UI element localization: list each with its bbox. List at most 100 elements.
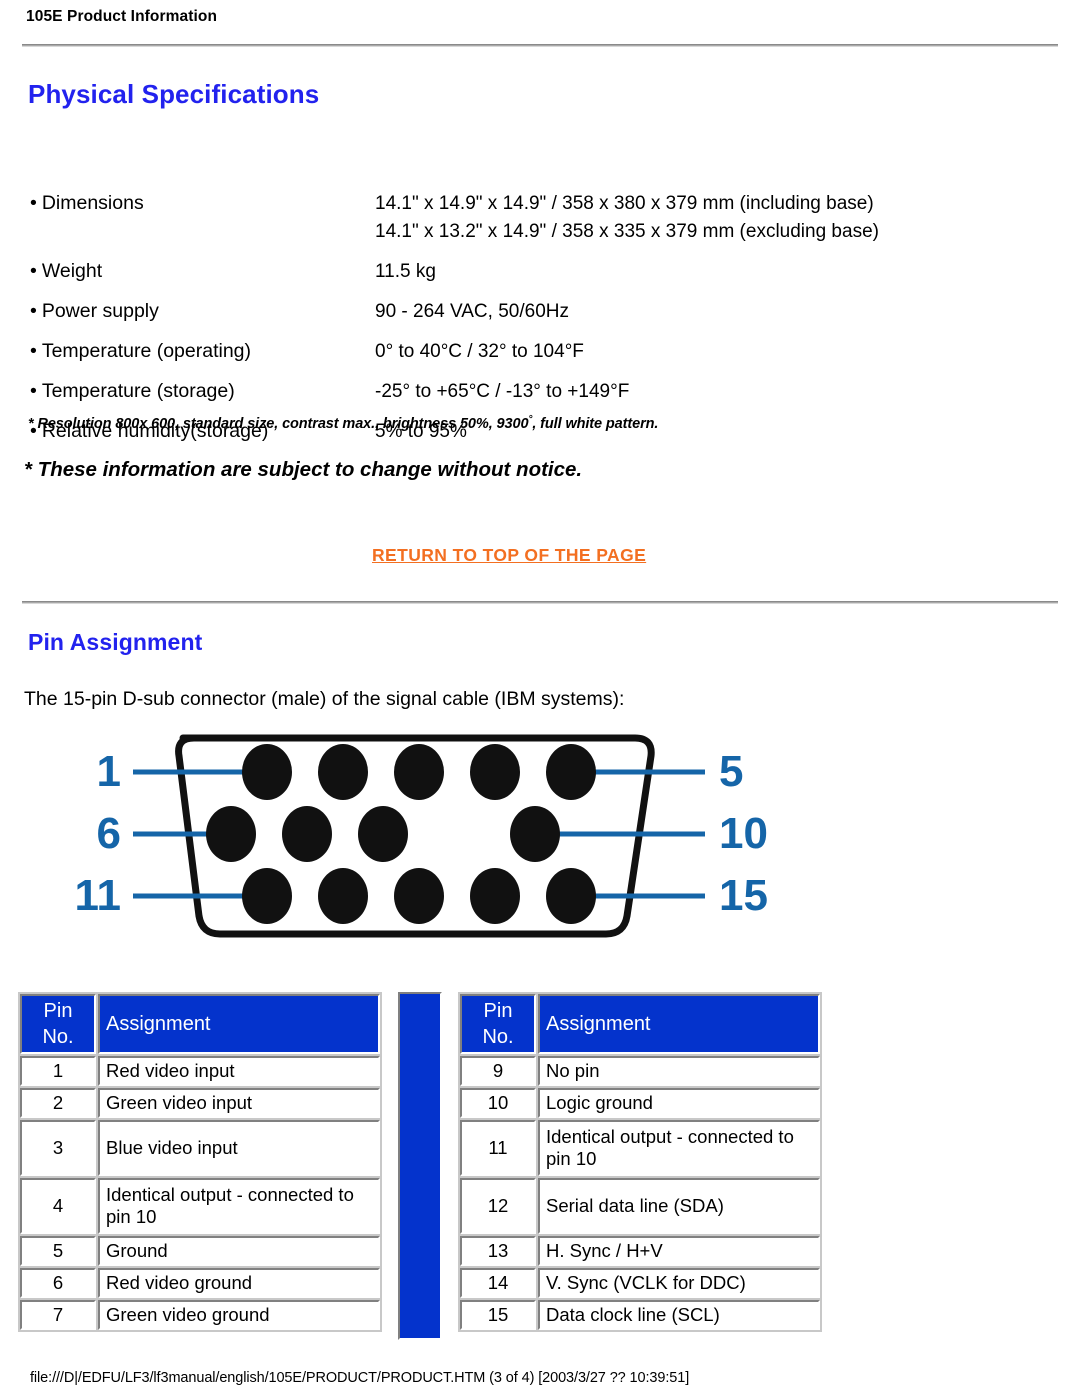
document-header-title: 105E Product Information [26,8,218,25]
horizontal-rule-middle [22,601,1058,604]
connector-label-11: 11 [75,871,121,920]
pin-table-right: Pin No. Assignment 9 No pin 10 Logic gro… [458,992,822,1332]
table-row: 4 Identical output - connected to pin 10 [20,1178,380,1234]
spec-label: • Dimensions [30,192,144,214]
cell-pin-no: 15 [460,1300,536,1330]
cell-pin-no: 6 [20,1268,96,1298]
page-title-pin-assignment: Pin Assignment [28,629,203,655]
pin-table-left: Pin No. Assignment 1 Red video input 2 G… [18,992,382,1332]
resolution-footnote-text: * Resolution 800x 600, standard size, co… [28,415,529,432]
spec-row: • Temperature (operating) 0° to 40°C / 32… [30,338,990,366]
spec-value: 14.1" x 14.9" x 14.9" / 358 x 380 x 379 … [375,190,879,246]
cell-assignment: Blue video input [98,1120,380,1176]
cell-assignment: Identical output - connected to pin 10 [98,1178,380,1234]
table-row: 13 H. Sync / H+V [460,1236,820,1266]
page-title-physical-specifications: Physical Specifications [28,79,320,109]
bullet-icon: • [30,192,37,214]
spec-row: • Temperature (storage) -25° to +65°C / -… [30,378,990,406]
spec-value: 0° to 40°C / 32° to 104°F [375,338,584,366]
dsub-connector-diagram: 1 6 11 5 10 15 [75,726,795,971]
column-header-pin-no: Pin No. [20,994,96,1054]
spec-value: -25° to +65°C / -13° to +149°F [375,378,629,406]
pin-assignment-tables: Pin No. Assignment 1 Red video input 2 G… [18,992,828,1342]
cell-pin-no: 10 [460,1088,536,1118]
spec-row: • Power supply 90 - 264 VAC, 50/60Hz [30,298,990,326]
document-page: 105E Product Information Physical Specif… [0,0,1080,1397]
resolution-footnote: * Resolution 800x 600, standard size, co… [28,414,658,432]
cell-pin-no: 4 [20,1178,96,1234]
column-header-assignment: Assignment [98,994,380,1054]
change-notice-footnote: * These information are subject to chang… [24,458,583,481]
cell-pin-no: 14 [460,1268,536,1298]
cell-assignment: V. Sync (VCLK for DDC) [538,1268,820,1298]
table-row: 7 Green video ground [20,1300,380,1330]
column-header-pin-no-line1: Pin [483,1000,513,1022]
cell-assignment: Green video input [98,1088,380,1118]
cell-pin-no: 9 [460,1056,536,1086]
table-row: 1 Red video input [20,1056,380,1086]
table-row: 6 Red video ground [20,1268,380,1298]
cell-pin-no: 5 [20,1236,96,1266]
column-header-pin-no-line2: No. [42,1026,74,1048]
table-header-row: Pin No. Assignment [20,994,380,1054]
bullet-icon: • [30,380,37,402]
connector-label-15: 15 [719,871,768,920]
column-header-assignment: Assignment [538,994,820,1054]
cell-pin-no: 12 [460,1178,536,1234]
table-row: 12 Serial data line (SDA) [460,1178,820,1234]
cell-pin-no: 2 [20,1088,96,1118]
table-row: 2 Green video input [20,1088,380,1118]
spec-label: • Temperature (storage) [30,380,235,402]
cell-pin-no: 11 [460,1120,536,1176]
resolution-footnote-text-end: , full white pattern. [532,415,659,432]
cell-pin-no: 3 [20,1120,96,1176]
spec-label: • Power supply [30,300,159,322]
table-row: 15 Data clock line (SCL) [460,1300,820,1330]
connector-label-10: 10 [719,809,768,858]
horizontal-rule-top [22,44,1058,47]
spec-value-line: 0° to 40°C / 32° to 104°F [375,341,584,362]
bullet-icon: • [30,340,37,362]
spec-row: • Weight 11.5 kg [30,258,990,286]
spec-value: 90 - 264 VAC, 50/60Hz [375,298,569,326]
cell-assignment: H. Sync / H+V [538,1236,820,1266]
table-row: 9 No pin [460,1056,820,1086]
pin-assignment-intro-text: The 15-pin D-sub connector (male) of the… [24,688,625,710]
table-row: 3 Blue video input [20,1120,380,1176]
bullet-icon: • [30,260,37,282]
cell-assignment: Ground [98,1236,380,1266]
cell-assignment: Serial data line (SDA) [538,1178,820,1234]
return-to-top-link[interactable]: RETURN TO TOP OF THE PAGE [372,545,646,566]
spec-row: • Dimensions 14.1" x 14.9" x 14.9" / 358 … [30,190,990,246]
spec-value-line: 90 - 264 VAC, 50/60Hz [375,301,569,322]
connector-label-5: 5 [719,747,743,796]
column-header-pin-no: Pin No. [460,994,536,1054]
table-row: 10 Logic ground [460,1088,820,1118]
spec-value: 11.5 kg [375,258,436,286]
spec-value-line: 14.1" x 14.9" x 14.9" / 358 x 380 x 379 … [375,193,874,214]
cell-pin-no: 7 [20,1300,96,1330]
cell-assignment: No pin [538,1056,820,1086]
column-header-pin-no-line1: Pin [43,1000,73,1022]
connector-label-6: 6 [97,809,121,858]
bullet-icon: • [30,300,37,322]
table-header-row: Pin No. Assignment [460,994,820,1054]
spec-value-line: -25° to +65°C / -13° to +149°F [375,381,630,402]
column-header-pin-no-line2: No. [482,1026,514,1048]
table-row: 14 V. Sync (VCLK for DDC) [460,1268,820,1298]
spec-label: • Temperature (operating) [30,340,252,362]
cell-assignment: Logic ground [538,1088,820,1118]
cell-assignment: Red video ground [98,1268,380,1298]
spec-value-line: 14.1" x 13.2" x 14.9" / 358 x 335 x 379 … [375,221,879,242]
cell-assignment: Identical output - connected to pin 10 [538,1120,820,1176]
cell-pin-no: 1 [20,1056,96,1086]
table-row: 11 Identical output - connected to pin 1… [460,1120,820,1176]
cell-assignment: Red video input [98,1056,380,1086]
table-divider-block [398,992,442,1340]
spec-value-line: 11.5 kg [375,261,436,282]
footer-file-path: file:///D|/EDFU/LF3/lf3manual/english/10… [30,1370,690,1386]
cell-assignment: Green video ground [98,1300,380,1330]
cell-pin-no: 13 [460,1236,536,1266]
table-row: 5 Ground [20,1236,380,1266]
cell-assignment: Data clock line (SCL) [538,1300,820,1330]
